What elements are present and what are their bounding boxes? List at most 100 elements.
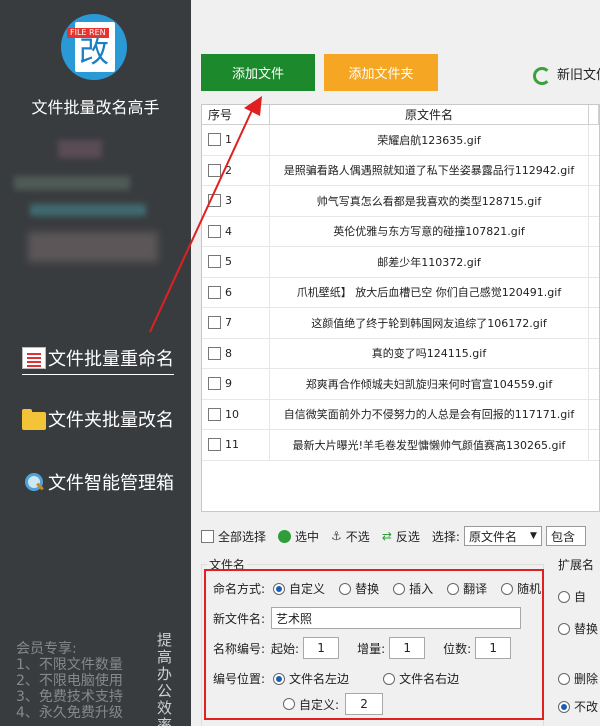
- file-name-cell: 真的变了吗124115.gif: [270, 338, 589, 368]
- table-row[interactable]: 10 自信微笑面前外力不侵努力的人总是会有回报的117171.gif: [202, 399, 599, 430]
- blurred-info: [14, 176, 130, 190]
- option-label: 自定义:: [299, 697, 340, 712]
- contains-label: 包含: [550, 529, 575, 544]
- radio[interactable]: [558, 622, 570, 635]
- selection-toolbar: 全部选择 选中 ⚓ 不选 ⇄ 反选 选择: 原文件名 ▼ 包含: [201, 525, 600, 547]
- table-row[interactable]: 6 爪机壁纸】 放大后血槽已空 你们自己感觉120491.gif: [202, 277, 599, 308]
- radio[interactable]: [558, 672, 570, 685]
- radio[interactable]: [501, 582, 514, 595]
- naming-option-replace[interactable]: 替换: [339, 580, 379, 597]
- row-number-cell: 1: [202, 125, 270, 155]
- blurred-info: [58, 140, 102, 158]
- naming-option-random[interactable]: 随机: [501, 580, 541, 597]
- row-number: 1: [225, 133, 232, 147]
- table-row[interactable]: 3 帅气写真怎么看都是我喜欢的类型128715.gif: [202, 186, 599, 217]
- start-input[interactable]: 1: [303, 637, 340, 659]
- radio[interactable]: [558, 700, 570, 713]
- choose-field: 选择:: [432, 528, 460, 545]
- start-label: 起始:: [271, 641, 300, 656]
- row-checkbox[interactable]: [208, 316, 221, 330]
- sidebar-item-label: 文件智能管理箱: [48, 473, 174, 494]
- position-custom-row: 自定义: 2: [283, 693, 384, 715]
- checkbox[interactable]: [201, 529, 214, 543]
- sidebar-item-folder-rename[interactable]: 文件夹批量改名: [22, 406, 174, 432]
- radio[interactable]: [273, 672, 286, 685]
- row-number: 5: [225, 255, 232, 269]
- radio[interactable]: [447, 582, 460, 595]
- radio[interactable]: [283, 698, 295, 710]
- ext-option-delete[interactable]: 删除: [558, 670, 598, 687]
- option-label: 翻译: [463, 582, 488, 596]
- file-name-cell: 是照骗看路人偶遇照就知道了私下坐姿暴露品行112942.gif: [270, 155, 589, 185]
- row-number-cell: 5: [202, 247, 270, 277]
- row-number-cell: 10: [202, 399, 270, 429]
- row-checkbox[interactable]: [208, 285, 221, 299]
- row-checkbox[interactable]: [208, 377, 221, 391]
- naming-option-translate[interactable]: 翻译: [447, 580, 487, 597]
- table-row[interactable]: 1 荣耀启航123635.gif: [202, 125, 599, 156]
- option-label: 文件名右边: [399, 672, 460, 686]
- choose-value: 原文件名: [468, 529, 517, 544]
- main-panel: 添加文件 添加文件夹 新旧文件 序号 原文件名 1荣耀启航123635.gif2…: [191, 0, 600, 726]
- start-value: 1: [317, 641, 325, 655]
- table-row[interactable]: 5 邮差少年110372.gif: [202, 247, 599, 278]
- blurred-info: [30, 204, 146, 216]
- choose-label: 选择:: [431, 529, 460, 544]
- ext-option-replace[interactable]: 替换: [558, 620, 598, 637]
- option-label: 自定义: [289, 582, 326, 596]
- member-benefits: 会员专享: 1、不限文件数量 2、不限电脑使用 3、免费技术支持 4、永久免费升…: [16, 641, 123, 721]
- row-number: 3: [225, 194, 232, 208]
- deselect-button[interactable]: ⚓ 不选: [331, 528, 370, 545]
- row-checkbox[interactable]: [208, 194, 221, 208]
- contains-select[interactable]: 包含: [545, 526, 586, 546]
- magnifier-icon: [22, 471, 46, 493]
- position-right-option[interactable]: 文件名右边: [383, 670, 459, 687]
- sidebar-item-smart-box[interactable]: 文件智能管理箱: [22, 469, 174, 495]
- invert-button[interactable]: ⇄ 反选: [382, 528, 420, 545]
- row-checkbox[interactable]: [208, 255, 221, 269]
- position-custom-input[interactable]: 2: [345, 693, 384, 715]
- radio[interactable]: [383, 672, 396, 685]
- column-header-number[interactable]: 序号: [202, 105, 270, 124]
- row-number-cell: 7: [202, 308, 270, 338]
- new-old-button[interactable]: 新旧文件: [533, 64, 600, 85]
- naming-option-insert[interactable]: 插入: [393, 580, 433, 597]
- radio[interactable]: [339, 582, 352, 595]
- ext-option-keep[interactable]: 不改: [558, 698, 598, 715]
- choose-select[interactable]: 原文件名 ▼: [463, 526, 542, 546]
- row-checkbox[interactable]: [208, 407, 221, 421]
- table-body: 1 荣耀启航123635.gif 2 是照骗看路人偶遇照就知道了私下坐姿暴露品行112…: [202, 125, 599, 461]
- naming-mode-label: 命名方式:: [213, 582, 266, 596]
- select-button[interactable]: 选中: [278, 528, 319, 545]
- radio[interactable]: [558, 590, 570, 603]
- position-left-option[interactable]: 文件名左边: [273, 670, 349, 687]
- radio[interactable]: [393, 582, 406, 595]
- table-row[interactable]: 2 是照骗看路人偶遇照就知道了私下坐姿暴露品行112942.gif: [202, 155, 599, 186]
- table-row[interactable]: 8 真的变了吗124115.gif: [202, 338, 599, 369]
- ext-option-self[interactable]: 自: [558, 588, 586, 605]
- naming-option-custom[interactable]: 自定义: [273, 580, 325, 597]
- row-number-cell: 6: [202, 277, 270, 307]
- column-header-original-name[interactable]: 原文件名: [270, 105, 589, 124]
- table-row[interactable]: 4 英伦优雅与东方写意的碰撞107821.gif: [202, 216, 599, 247]
- digits-input[interactable]: 1: [475, 637, 512, 659]
- add-file-button[interactable]: 添加文件: [201, 54, 315, 91]
- add-folder-button[interactable]: 添加文件夹: [324, 54, 438, 91]
- row-checkbox[interactable]: [208, 346, 221, 360]
- row-checkbox[interactable]: [208, 163, 221, 177]
- table-row[interactable]: 9 郑爽再合作倾城夫妇凯旋归来何时官宣104559.gif: [202, 369, 599, 400]
- step-input[interactable]: 1: [389, 637, 426, 659]
- file-name-cell: 自信微笑面前外力不侵努力的人总是会有回报的117171.gif: [270, 399, 589, 429]
- row-checkbox[interactable]: [208, 224, 221, 238]
- row-checkbox[interactable]: [208, 438, 221, 452]
- table-row[interactable]: 7 这颜值绝了终于轮到韩国网友追综了106172.gif: [202, 308, 599, 339]
- new-name-input[interactable]: 艺术照: [271, 607, 522, 629]
- select-all-checkbox[interactable]: 全部选择: [201, 528, 266, 545]
- position-label: 编号位置:: [213, 672, 266, 686]
- radio[interactable]: [273, 582, 286, 595]
- row-number: 2: [225, 163, 232, 177]
- row-checkbox[interactable]: [208, 133, 221, 147]
- sidebar-item-batch-rename[interactable]: 文件批量重命名: [22, 345, 174, 375]
- position-custom-option[interactable]: 自定义:: [283, 696, 339, 713]
- table-row[interactable]: 11 最新大片曝光!羊毛卷发型慵懒帅气颜值赛高130265.gif: [202, 430, 599, 461]
